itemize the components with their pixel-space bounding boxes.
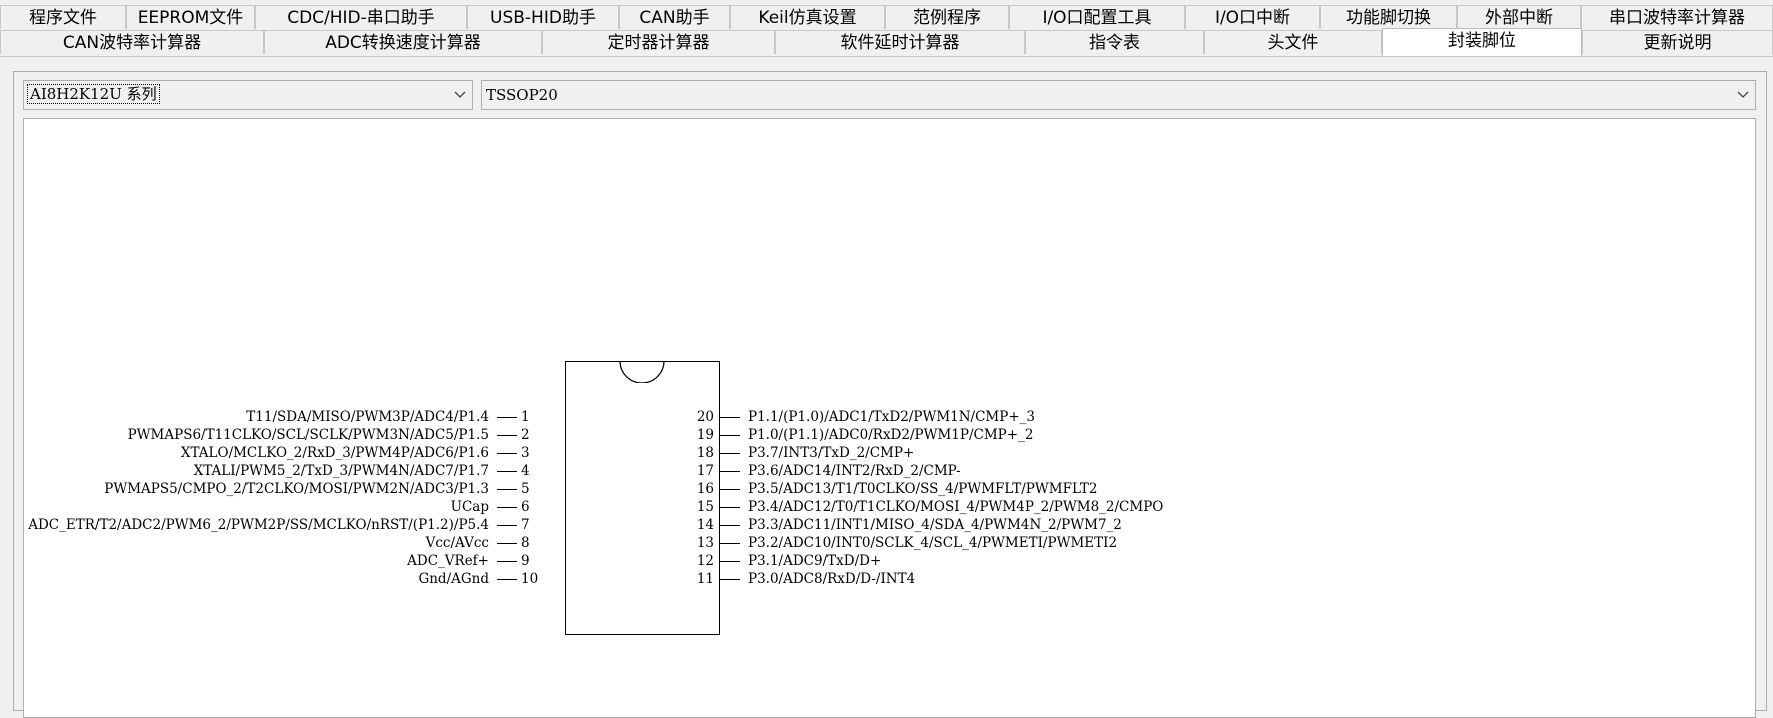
tab-program-file[interactable]: 程序文件 bbox=[0, 5, 126, 29]
pin-8: Vcc/AVcc 8 bbox=[425, 535, 530, 551]
tab-usb-hid[interactable]: USB-HID助手 bbox=[467, 5, 619, 29]
tab-io-config[interactable]: I/O口配置工具 bbox=[1009, 5, 1185, 29]
pin-6: UCap 6 bbox=[450, 499, 530, 515]
series-select[interactable]: AI8H2K12U 系列 bbox=[23, 80, 473, 110]
tab-external-interrupt[interactable]: 外部中断 bbox=[1457, 5, 1581, 29]
tab-uart-baud-calc[interactable]: 串口波特率计算器 bbox=[1581, 5, 1773, 29]
series-select-value: AI8H2K12U 系列 bbox=[27, 84, 160, 104]
chevron-down-icon bbox=[1735, 81, 1751, 109]
pin-2: PWMAPS6/T11CLKO/SCL/SCLK/PWM3N/ADC5/P1.5… bbox=[127, 427, 530, 443]
tab-can-helper[interactable]: CAN助手 bbox=[619, 5, 730, 29]
pin-7: ADC_ETR/T2/ADC2/PWM6_2/PWM2P/SS/MCLKO/nR… bbox=[28, 517, 530, 533]
tab-header-file[interactable]: 头文件 bbox=[1204, 30, 1382, 54]
pin-3: XTALO/MCLKO_2/RxD_3/PWM4P/ADC6/P1.6 3 bbox=[180, 445, 530, 461]
tab-cdc-hid-serial[interactable]: CDC/HID-串口助手 bbox=[255, 5, 467, 29]
package-select[interactable]: TSSOP20 bbox=[481, 80, 1756, 110]
pin-11: 11 P3.0/ADC8/RxD/D-/INT4 bbox=[696, 571, 916, 587]
package-select-value: TSSOP20 bbox=[486, 86, 558, 104]
pin-5: PWMAPS5/CMPO_2/T2CLKO/MOSI/PWM2N/ADC3/P1… bbox=[104, 481, 530, 497]
tab-io-interrupt[interactable]: I/O口中断 bbox=[1185, 5, 1320, 29]
pin-19: 19 P1.0/(P1.1)/ADC0/RxD2/PWM1P/CMP+_2 bbox=[696, 427, 1034, 443]
tab-row-2: CAN波特率计算器 ADC转换速度计算器 定时器计算器 软件延时计算器 指令表 … bbox=[0, 28, 1773, 56]
tab-release-notes[interactable]: 更新说明 bbox=[1582, 30, 1773, 54]
pin-4: XTALI/PWM5_2/TxD_3/PWM4N/ADC7/P1.7 4 bbox=[193, 463, 530, 479]
tab-eeprom-file[interactable]: EEPROM文件 bbox=[126, 5, 255, 29]
tab-divider bbox=[0, 56, 1773, 57]
tab-can-baud-calc[interactable]: CAN波特率计算器 bbox=[0, 30, 264, 54]
tab-timer-calc[interactable]: 定时器计算器 bbox=[542, 30, 775, 54]
pin-13: 13 P3.2/ADC10/INT0/SCLK_4/SCL_4/PWMETI/PW… bbox=[696, 535, 1118, 551]
chevron-down-icon bbox=[452, 81, 468, 109]
pin-14: 14 P3.3/ADC11/INT1/MISO_4/SDA_4/PWM4N_2/P… bbox=[696, 517, 1122, 533]
pin-20: 20 P1.1/(P1.0)/ADC1/TxD2/PWM1N/CMP+_3 bbox=[696, 409, 1035, 425]
tab-examples[interactable]: 范例程序 bbox=[885, 5, 1009, 29]
tab-delay-calc[interactable]: 软件延时计算器 bbox=[775, 30, 1025, 54]
pin-16: 16 P3.5/ADC13/T1/T0CLKO/SS_4/PWMFLT/PWMFL… bbox=[696, 481, 1098, 497]
tab-function-switch[interactable]: 功能脚切换 bbox=[1320, 5, 1457, 29]
pin-18: 18 P3.7/INT3/TxD_2/CMP+ bbox=[696, 445, 915, 461]
pin-12: 12 P3.1/ADC9/TxD/D+ bbox=[696, 553, 882, 569]
pin-17: 17 P3.6/ADC14/INT2/RxD_2/CMP- bbox=[696, 463, 961, 479]
chip-notch bbox=[619, 360, 665, 384]
tab-keil-sim[interactable]: Keil仿真设置 bbox=[730, 5, 885, 29]
tab-adc-speed-calc[interactable]: ADC转换速度计算器 bbox=[264, 30, 542, 54]
pin-9: ADC_VRef+ 9 bbox=[407, 553, 530, 569]
tab-instruction-table[interactable]: 指令表 bbox=[1025, 30, 1204, 54]
tab-row-1: 程序文件 EEPROM文件 CDC/HID-串口助手 USB-HID助手 CAN… bbox=[0, 5, 1773, 29]
pin-15: 15 P3.4/ADC12/T0/T1CLKO/MOSI_4/PWM4P_2/PW… bbox=[696, 499, 1164, 515]
tab-package-pins[interactable]: 封装脚位 bbox=[1382, 28, 1582, 56]
pin-10: Gnd/AGnd 10 bbox=[418, 571, 539, 587]
pin-1: T11/SDA/MISO/PWM3P/ADC4/P1.4 1 bbox=[246, 409, 530, 425]
